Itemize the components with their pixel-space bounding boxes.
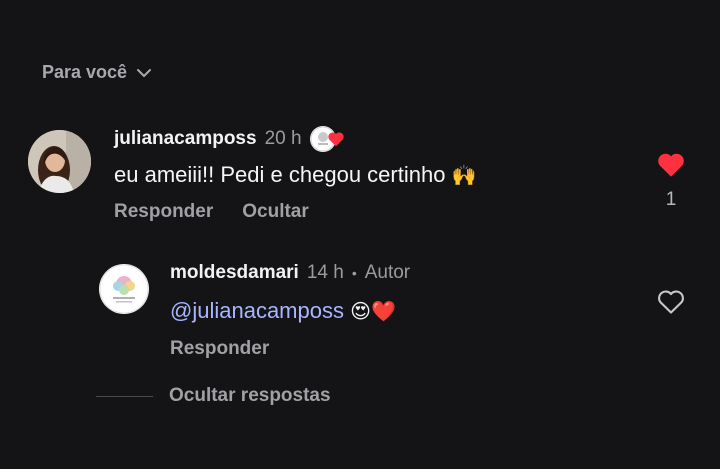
like-count: 1: [665, 189, 677, 210]
reply-button[interactable]: Responder: [114, 201, 213, 223]
comment-actions: Responder Ocultar: [114, 201, 309, 223]
reply-text: @julianacamposs 😍❤️: [170, 298, 396, 324]
heart-outline-icon: [658, 290, 684, 314]
sort-selector[interactable]: Para você: [42, 62, 153, 83]
avatar[interactable]: [28, 130, 91, 193]
chevron-down-icon: [137, 68, 152, 77]
reply-actions: Responder: [170, 338, 269, 360]
hide-replies-row: Ocultar respostas: [96, 385, 331, 407]
avatar[interactable]: [99, 264, 149, 314]
reply-emoji: 😍❤️: [350, 299, 396, 323]
comment-body: eu ameiii!! Pedi e chegou certinho: [114, 162, 446, 187]
hide-button[interactable]: Ocultar: [242, 201, 309, 223]
mention-link[interactable]: @julianacamposs: [170, 298, 344, 323]
reply-username[interactable]: moldesdamari: [170, 262, 299, 284]
author-label: Autor: [364, 262, 411, 283]
comment-header: julianacamposs 20 h: [114, 126, 344, 152]
comment-text: eu ameiii!! Pedi e chegou certinho 🙌: [114, 162, 476, 188]
reply-header: moldesdamari 14 h • Autor: [170, 262, 410, 284]
creator-liked-badge: [309, 126, 344, 152]
comments-page: Para você julianacamposs 20 h eu ameiii!…: [0, 0, 720, 469]
reply-button[interactable]: Responder: [170, 338, 269, 360]
reply-time: 14 h: [306, 262, 344, 283]
comment-username[interactable]: julianacamposs: [114, 128, 257, 150]
like-button[interactable]: [657, 152, 685, 183]
separator-dot: •: [351, 265, 357, 281]
heart-icon: [327, 132, 344, 147]
like-button[interactable]: [657, 289, 685, 320]
heart-icon: [658, 153, 684, 177]
divider-line: [96, 395, 153, 397]
raised-hands-emoji: 🙌: [451, 163, 477, 187]
comment-time: 20 h: [264, 128, 302, 149]
sort-label: Para você: [42, 62, 128, 82]
hide-replies-button[interactable]: Ocultar respostas: [169, 385, 331, 407]
